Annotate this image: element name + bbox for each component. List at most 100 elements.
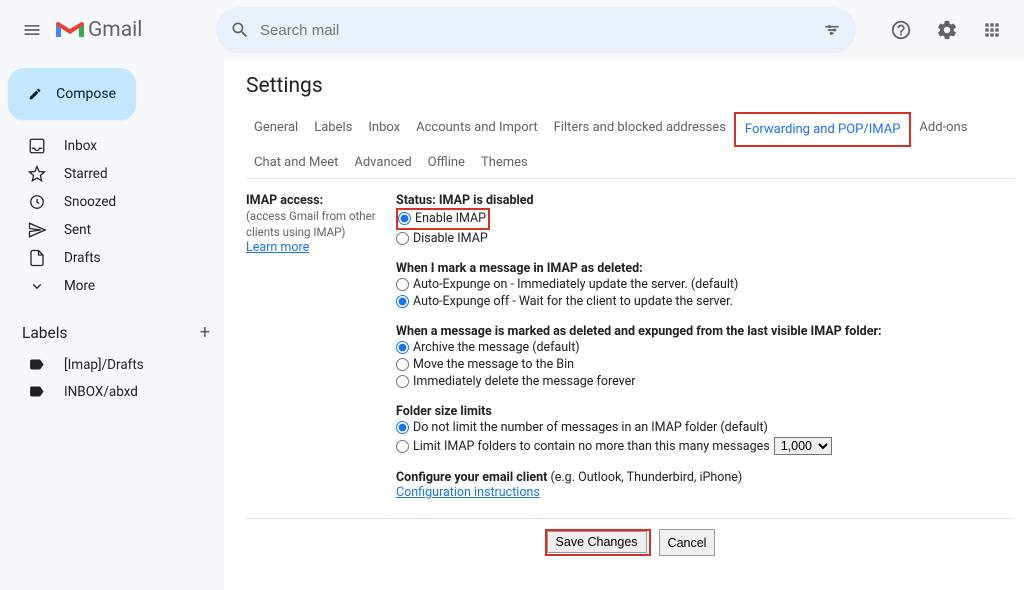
cancel-button[interactable]: Cancel (659, 529, 716, 556)
tab-offline[interactable]: Offline (420, 147, 473, 178)
app-header: Gmail (0, 0, 1024, 60)
star-icon (28, 165, 46, 183)
apps-button[interactable] (972, 10, 1012, 50)
radio-input[interactable] (396, 421, 409, 434)
gear-icon (936, 19, 958, 41)
tab-labels[interactable]: Labels (306, 112, 360, 147)
apps-grid-icon (982, 20, 1002, 40)
search-input[interactable] (260, 22, 822, 39)
nav-label: Drafts (64, 250, 101, 266)
expunge-header: When a message is marked as deleted and … (396, 324, 1014, 339)
help-button[interactable] (880, 9, 922, 51)
sidebar-label-inbox-abxd[interactable]: INBOX/abxd (8, 378, 224, 405)
main-menu-button[interactable] (12, 10, 52, 50)
inbox-icon (28, 137, 46, 155)
compose-label: Compose (56, 86, 116, 102)
deleted-header: When I mark a message in IMAP as deleted… (396, 261, 1014, 276)
sidebar-item-snoozed[interactable]: Snoozed (8, 188, 224, 216)
label-icon (28, 383, 45, 400)
pencil-icon (28, 84, 42, 104)
help-icon (890, 19, 912, 41)
gmail-icon (56, 19, 84, 41)
radio-no-limit[interactable]: Do not limit the number of messages in a… (396, 419, 1014, 436)
radio-enable-imap[interactable]: Enable IMAP (398, 210, 486, 227)
configure-client-row: Configure your email client (e.g. Outloo… (396, 470, 1014, 485)
radio-input[interactable] (396, 440, 409, 453)
imap-access-hint: (access Gmail from other clients using I… (246, 208, 396, 240)
radio-input[interactable] (396, 375, 409, 388)
action-buttons: Save Changes Cancel (246, 518, 1014, 556)
radio-label: Immediately delete the message forever (413, 374, 636, 389)
search-options-icon[interactable] (822, 20, 842, 40)
sidebar: Compose Inbox Starred Snoozed Sent Draft… (0, 60, 224, 590)
imap-access-section: IMAP access: (access Gmail from other cl… (246, 179, 1014, 500)
label-text: [Imap]/Drafts (64, 357, 144, 373)
sidebar-item-drafts[interactable]: Drafts (8, 244, 224, 272)
radio-label: Enable IMAP (415, 211, 486, 226)
config-instructions-link[interactable]: Configuration instructions (396, 485, 540, 500)
radio-label: Disable IMAP (413, 231, 488, 246)
nav-label: Starred (64, 166, 108, 182)
radio-label: Auto-Expunge off - Wait for the client t… (413, 294, 733, 309)
imap-access-label: IMAP access: (246, 193, 396, 208)
radio-archive[interactable]: Archive the message (default) (396, 339, 1014, 356)
radio-input[interactable] (398, 212, 411, 225)
clock-icon (28, 193, 46, 211)
radio-move-bin[interactable]: Move the message to the Bin (396, 356, 1014, 373)
settings-button[interactable] (926, 9, 968, 51)
tab-general[interactable]: General (246, 112, 306, 147)
radio-input[interactable] (396, 358, 409, 371)
radio-label: Limit IMAP folders to contain no more th… (413, 439, 770, 454)
chevron-down-icon (28, 277, 46, 295)
learn-more-link[interactable]: Learn more (246, 240, 309, 255)
radio-input[interactable] (396, 295, 409, 308)
settings-title: Settings (246, 74, 1014, 98)
gmail-logo[interactable]: Gmail (56, 18, 216, 42)
radio-input[interactable] (396, 341, 409, 354)
settings-panel: Settings General Labels Inbox Accounts a… (224, 60, 1024, 590)
save-changes-button[interactable]: Save Changes (547, 531, 647, 553)
sidebar-label-imap-drafts[interactable]: [Imap]/Drafts (8, 351, 224, 378)
sidebar-item-inbox[interactable]: Inbox (8, 132, 224, 160)
search-icon (230, 20, 250, 40)
sidebar-item-starred[interactable]: Starred (8, 160, 224, 188)
annotation-highlight: Save Changes (545, 529, 651, 556)
nav-label: More (64, 278, 95, 294)
radio-limit-folder[interactable]: Limit IMAP folders to contain no more th… (396, 436, 1014, 456)
radio-autoexpunge-on[interactable]: Auto-Expunge on - Immediately update the… (396, 276, 1014, 293)
label-text: INBOX/abxd (64, 384, 138, 400)
hamburger-icon (22, 20, 42, 40)
limit-count-select[interactable]: 1,000 (774, 437, 832, 455)
compose-button[interactable]: Compose (8, 68, 136, 120)
tab-filters[interactable]: Filters and blocked addresses (546, 112, 734, 147)
sidebar-item-sent[interactable]: Sent (8, 216, 224, 244)
tab-advanced[interactable]: Advanced (346, 147, 419, 178)
file-icon (28, 249, 46, 267)
imap-status: Status: IMAP is disabled (396, 193, 1014, 208)
tab-accounts[interactable]: Accounts and Import (408, 112, 545, 147)
add-label-button[interactable]: + (200, 322, 210, 343)
send-icon (28, 221, 46, 239)
labels-title: Labels (22, 324, 67, 342)
radio-input[interactable] (396, 232, 409, 245)
search-bar[interactable] (216, 7, 856, 53)
sidebar-item-more[interactable]: More (8, 272, 224, 300)
configure-client-label: Configure your email client (396, 470, 547, 485)
annotation-highlight: Enable IMAP (396, 208, 490, 230)
configure-client-examples: (e.g. Outlook, Thunderbird, iPhone) (547, 470, 742, 485)
nav-label: Inbox (64, 138, 97, 154)
radio-label: Archive the message (default) (413, 340, 580, 355)
tab-chat[interactable]: Chat and Meet (246, 147, 346, 178)
radio-delete-forever[interactable]: Immediately delete the message forever (396, 373, 1014, 390)
header-actions (880, 9, 1012, 51)
radio-disable-imap[interactable]: Disable IMAP (396, 230, 1014, 247)
tab-forwarding[interactable]: Forwarding and POP/IMAP (737, 114, 909, 145)
nav-label: Sent (64, 222, 91, 238)
folder-limits-header: Folder size limits (396, 404, 1014, 419)
radio-autoexpunge-off[interactable]: Auto-Expunge off - Wait for the client t… (396, 293, 1014, 310)
tab-inbox[interactable]: Inbox (360, 112, 408, 147)
radio-input[interactable] (396, 278, 409, 291)
tab-addons[interactable]: Add-ons (911, 112, 975, 147)
radio-label: Move the message to the Bin (413, 357, 574, 372)
tab-themes[interactable]: Themes (473, 147, 536, 178)
